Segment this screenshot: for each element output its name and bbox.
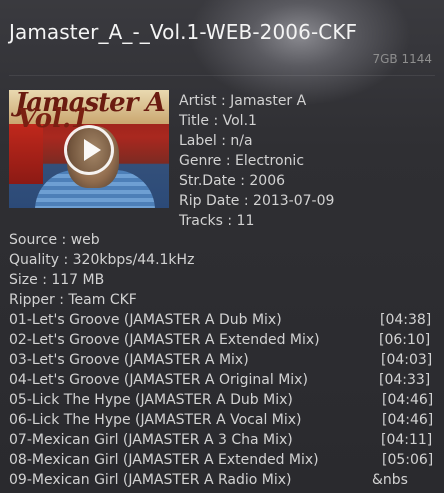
source-field: Source : web xyxy=(9,232,100,248)
track-row[interactable]: 01-Let's Groove (JAMASTER A Dub Mix) [04:… xyxy=(9,310,435,330)
track-duration: [04:46] xyxy=(382,392,434,408)
track-name: 03-Let's Groove (JAMASTER A Mix) xyxy=(9,352,249,368)
track-row[interactable]: 06-Lick The Hype (JAMASTER A Vocal Mix) [… xyxy=(9,410,435,430)
track-name: 08-Mexican Girl (JAMASTER A Extended Mix… xyxy=(9,452,319,468)
release-specs: Source : web Quality : 320kbps/44.1kHz S… xyxy=(9,230,194,310)
track-row[interactable]: 08-Mexican Girl (JAMASTER A Extended Mix… xyxy=(9,450,435,470)
track-row[interactable]: 04-Let's Groove (JAMASTER A Original Mix… xyxy=(9,370,435,390)
release-meta: 7GB 1144 xyxy=(372,52,432,66)
track-row[interactable]: 09-Mexican Girl (JAMASTER A Radio Mix) &n… xyxy=(9,470,435,490)
track-name: 02-Let's Groove (JAMASTER A Extended Mix… xyxy=(9,332,320,348)
track-duration: [04:11] xyxy=(381,432,433,448)
tracklist: 01-Let's Groove (JAMASTER A Dub Mix) [04:… xyxy=(9,310,435,490)
track-row[interactable]: 05-Lick The Hype (JAMASTER A Dub Mix) [04… xyxy=(9,390,435,410)
track-name: 09-Mexican Girl (JAMASTER A Radio Mix) xyxy=(9,472,292,488)
release-title: Jamaster_A_-_Vol.1-WEB-2006-CKF xyxy=(9,20,358,44)
header-divider xyxy=(9,75,435,76)
quality-field: Quality : 320kbps/44.1kHz xyxy=(9,252,195,268)
track-duration: [04:03] xyxy=(381,352,433,368)
play-button[interactable] xyxy=(64,125,114,175)
release-details: Artist : Jamaster A Title : Vol.1 Label … xyxy=(179,91,334,231)
size-field: Size : 117 MB xyxy=(9,272,105,288)
title-field: Title : Vol.1 xyxy=(179,113,257,129)
track-name: 04-Let's Groove (JAMASTER A Original Mix… xyxy=(9,372,308,388)
tracks-count-field: Tracks : 11 xyxy=(179,213,255,229)
track-name: 06-Lick The Hype (JAMASTER A Vocal Mix) xyxy=(9,412,302,428)
label-field: Label : n/a xyxy=(179,133,253,149)
play-icon xyxy=(84,139,101,161)
track-duration: &nbs xyxy=(372,472,408,488)
track-name: 07-Mexican Girl (JAMASTER A 3 Cha Mix) xyxy=(9,432,293,448)
street-date-field: Str.Date : 2006 xyxy=(179,173,286,189)
track-row[interactable]: 02-Let's Groove (JAMASTER A Extended Mix… xyxy=(9,330,435,350)
rip-date-field: Rip Date : 2013-07-09 xyxy=(179,193,335,209)
track-name: 05-Lick The Hype (JAMASTER A Dub Mix) xyxy=(9,392,293,408)
track-name: 01-Let's Groove (JAMASTER A Dub Mix) xyxy=(9,312,282,328)
genre-field: Genre : Electronic xyxy=(179,153,305,169)
track-row[interactable]: 03-Let's Groove (JAMASTER A Mix) [04:03] xyxy=(9,350,435,370)
artist-field: Artist : Jamaster A xyxy=(179,93,307,109)
track-duration: [04:46] xyxy=(382,412,434,428)
ripper-field: Ripper : Team CKF xyxy=(9,292,137,308)
track-duration: [04:33] xyxy=(379,372,431,388)
track-duration: [06:10] xyxy=(379,332,431,348)
track-duration: [04:38] xyxy=(380,312,432,328)
track-duration: [05:06] xyxy=(382,452,434,468)
track-row[interactable]: 07-Mexican Girl (JAMASTER A 3 Cha Mix) [0… xyxy=(9,430,435,450)
